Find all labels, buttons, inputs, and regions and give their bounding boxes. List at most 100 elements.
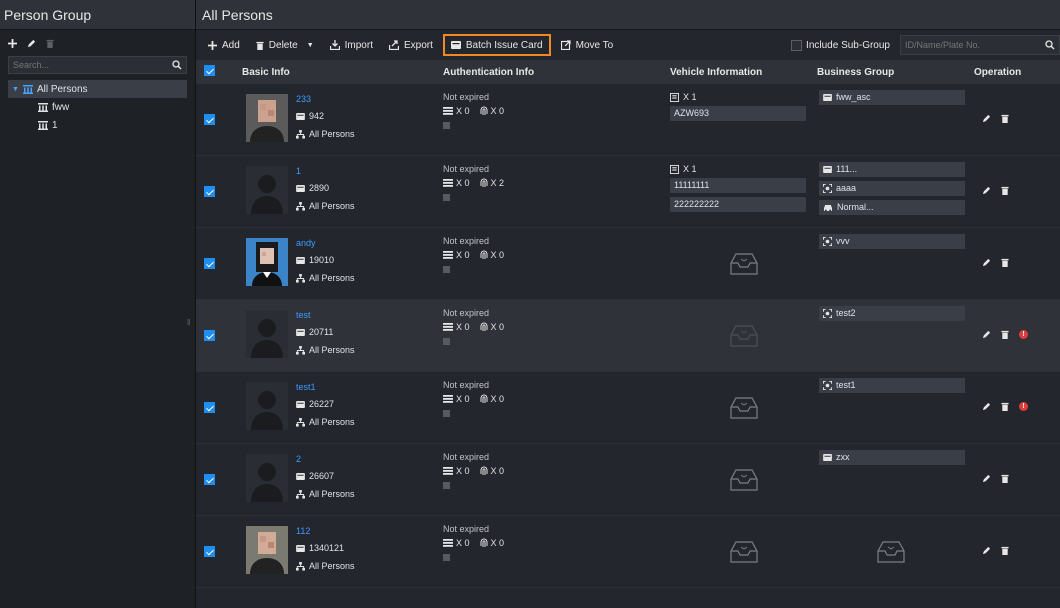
business-group-cell: test1 [817,372,974,443]
auth-info-cell: Not expired X 0X 0 [443,372,670,443]
business-group-tag: aaaa [819,181,965,196]
batch-issue-card-button[interactable]: Batch Issue Card [442,34,551,56]
delete-icon[interactable] [1001,114,1009,123]
table-row[interactable]: 112 1340121 All Persons Not expired X 0X 0 [196,516,1060,588]
row-select-cell [196,228,238,299]
edit-group-icon[interactable] [27,39,36,48]
tree-item-fww[interactable]: fww [0,98,195,116]
tree-item-1[interactable]: 1 [0,116,195,134]
search-icon[interactable] [172,60,182,70]
include-subgroup-checkbox[interactable] [791,39,803,51]
table-row[interactable]: 233 942 All Persons Not expired X 0X 0X 1 AZW… [196,84,1060,156]
business-group-label: vvv [836,236,850,246]
vehicle-info-cell: X 1 AZW693 [670,84,817,155]
card-count-value: X 0 [456,394,470,404]
card-icon [823,166,832,173]
edit-icon[interactable] [982,330,991,339]
person-name-link[interactable]: 2 [296,454,301,464]
row-checkbox[interactable] [204,402,215,413]
person-name-link[interactable]: 1 [296,166,301,176]
export-button[interactable]: Export [383,34,439,56]
card-stack-icon [443,467,453,475]
edit-icon[interactable] [982,474,991,483]
person-name-link[interactable]: 112 [296,526,310,536]
edit-icon[interactable] [982,186,991,195]
table-row[interactable]: andy 19010 All Persons Not expired X 0X 0 vvv [196,228,1060,300]
row-checkbox[interactable] [204,330,215,341]
row-checkbox[interactable] [204,114,215,125]
person-name-link[interactable]: andy [296,238,316,248]
move-to-button[interactable]: Move To [555,34,620,56]
select-all-checkbox[interactable] [204,65,215,76]
group-search-box[interactable] [8,56,187,74]
person-id: 26607 [296,471,334,481]
row-select-cell [196,516,238,587]
import-button[interactable]: Import [324,34,379,56]
person-id: 2890 [296,183,329,193]
move-icon [560,40,571,50]
person-group-value: All Persons [309,417,355,427]
include-subgroup-toggle[interactable]: Include Sub-Group [791,39,890,51]
person-name-link[interactable]: 233 [296,94,311,104]
panel-splitter-handle[interactable]: ǁ [187,318,190,327]
group-toolbar [0,30,195,56]
card-count: X 0 [443,394,470,404]
no-data-icon [730,541,758,563]
business-group-cell [817,516,974,587]
warning-icon[interactable]: ! [1019,402,1028,411]
row-checkbox[interactable] [204,474,215,485]
table-row[interactable]: test1 26227 All Persons Not expired X 0X 0 te… [196,372,1060,444]
business-group-label: aaaa [836,183,857,193]
business-group-cell: vvv [817,228,974,299]
group-icon [296,561,305,571]
person-search-input[interactable] [905,40,1025,50]
person-group: All Persons [296,417,355,427]
add-button[interactable]: Add [202,34,246,56]
delete-icon[interactable] [1001,474,1009,483]
add-group-icon[interactable] [8,38,17,48]
delete-group-icon[interactable] [46,39,54,48]
person-name-link[interactable]: test [296,310,311,320]
edit-icon[interactable] [982,546,991,555]
fingerprint-count: X 0 [480,538,505,548]
search-icon[interactable] [1045,40,1055,50]
delete-button[interactable]: Delete ▼ [250,34,320,56]
person-id: 1340121 [296,543,344,553]
edit-icon[interactable] [982,258,991,267]
fingerprint-count-value: X 0 [490,538,505,548]
caret-down-icon[interactable]: ▼ [12,86,19,93]
warning-icon[interactable]: ! [1019,330,1028,339]
table-row[interactable]: test 20711 All Persons Not expired X 0X 0 tes… [196,300,1060,372]
delete-icon[interactable] [1001,402,1009,411]
person-search-box[interactable] [900,35,1060,55]
row-checkbox[interactable] [204,186,215,197]
panel-title: All Persons [196,0,1060,30]
delete-icon[interactable] [1001,330,1009,339]
row-checkbox[interactable] [204,546,215,557]
table-row[interactable]: 1 2890 All Persons Not expired X 0 X 2 X 1 1111… [196,156,1060,228]
edit-icon[interactable] [982,114,991,123]
business-group-tag: fww_asc [819,90,965,105]
person-photo [246,94,288,142]
person-name-link[interactable]: test1 [296,382,316,392]
delete-icon[interactable] [1001,186,1009,195]
auth-info-cell: Not expired X 0X 0 [443,444,670,515]
vehicle-icon [670,92,679,102]
car-icon [823,204,833,212]
group-search-input[interactable] [13,60,153,70]
table-row[interactable]: 2 26607 All Persons Not expired X 0X 0 zxx [196,444,1060,516]
import-icon [329,40,340,50]
auth-info-cell: Not expired X 0X 0 [443,300,670,371]
person-group-value: All Persons [309,345,355,355]
auth-status: Not expired [443,308,490,318]
group-icon [296,489,305,499]
delete-icon[interactable] [1001,258,1009,267]
business-group-tag: test2 [819,306,965,321]
delete-icon[interactable] [1001,546,1009,555]
row-checkbox[interactable] [204,258,215,269]
edit-icon[interactable] [982,402,991,411]
person-group-value: All Persons [309,561,355,571]
tree-item-all-persons[interactable]: ▼ All Persons [8,80,187,98]
business-group-label: zxx [836,452,850,462]
no-data-icon [730,469,758,491]
